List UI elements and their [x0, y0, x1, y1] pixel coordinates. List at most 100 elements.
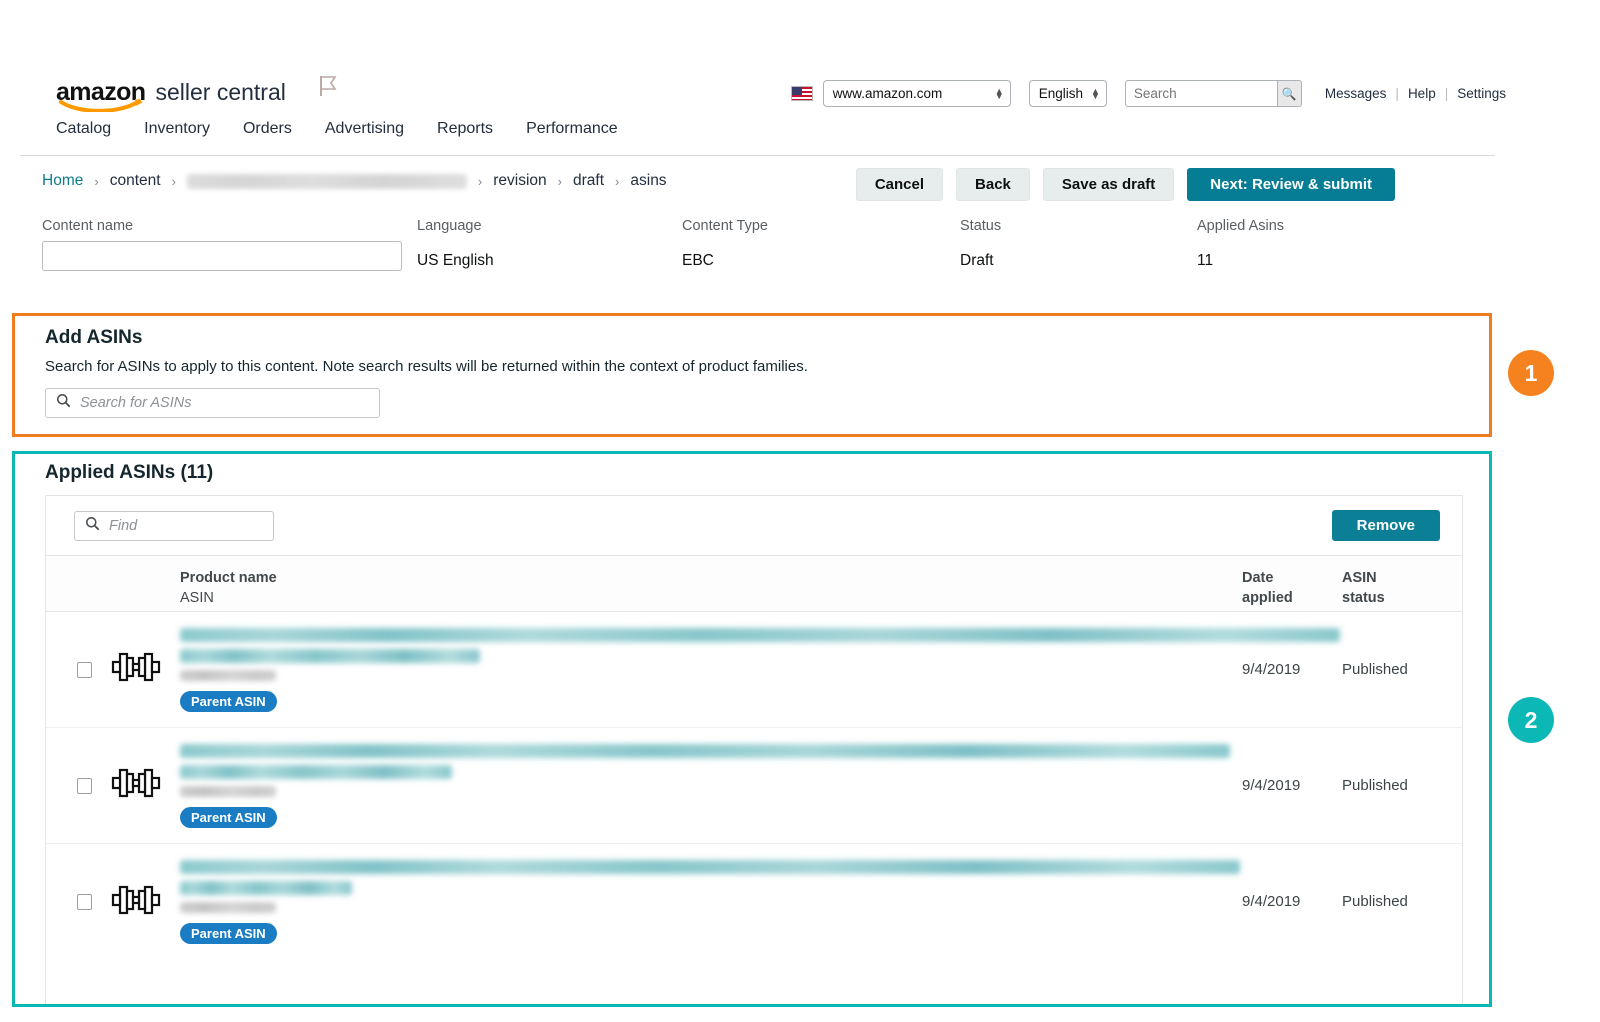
- applied-asins-table-card: Find Remove Product name ASIN Date appli…: [45, 495, 1463, 1004]
- meta-status: Status Draft: [960, 218, 1001, 270]
- product-name-redacted[interactable]: [180, 764, 452, 779]
- table-toolbar: Find Remove: [46, 496, 1462, 555]
- add-asins-description: Search for ASINs to apply to this conten…: [45, 358, 808, 375]
- remove-button[interactable]: Remove: [1331, 510, 1440, 541]
- row-product-cell: Parent ASIN: [180, 627, 1340, 712]
- product-name-redacted[interactable]: [180, 881, 352, 895]
- search-input[interactable]: [1124, 80, 1277, 107]
- seller-central-wordmark: seller central: [155, 79, 286, 105]
- asin-status-value: Published: [1342, 893, 1408, 910]
- search-icon: [56, 393, 71, 413]
- product-name-redacted[interactable]: [180, 860, 1240, 874]
- breadcrumb-item-revision[interactable]: revision: [493, 172, 546, 190]
- asin-redacted: [180, 669, 276, 681]
- top-header: amazon seller central www.amazon.com ▲ ▼ …: [0, 60, 1515, 155]
- header-links: Messages | Help | Settings: [1316, 86, 1515, 101]
- search-button[interactable]: 🔍: [1276, 80, 1302, 107]
- breadcrumb-separator: ›: [557, 173, 563, 189]
- product-name-redacted[interactable]: [180, 627, 1340, 642]
- table-find-field[interactable]: Find: [74, 511, 274, 541]
- nav-item-advertising[interactable]: Advertising: [325, 120, 404, 138]
- language-label: Language: [417, 218, 482, 234]
- breadcrumb-separator: ›: [477, 173, 483, 189]
- meta-content-name: Content name: [42, 218, 422, 271]
- th-status-line2: status: [1342, 590, 1385, 606]
- applied-asins-label: Applied Asins: [1197, 218, 1285, 234]
- row-icon-cell: [102, 760, 180, 811]
- applied-asins-value: 11: [1197, 252, 1214, 269]
- th-product-name-label: Product name: [180, 570, 277, 586]
- page-root: amazon seller central www.amazon.com ▲ ▼ …: [0, 0, 1600, 1022]
- amazon-wordmark: amazon: [56, 80, 146, 112]
- language-select[interactable]: English ▲ ▼: [1028, 80, 1107, 107]
- row-checkbox[interactable]: [77, 661, 92, 678]
- row-checkbox[interactable]: [77, 894, 92, 910]
- row-product-cell: Parent ASIN: [180, 860, 1242, 944]
- row-checkbox[interactable]: [77, 777, 92, 794]
- content-type-value: EBC: [682, 252, 714, 269]
- add-asins-section: Add ASINs Search for ASINs to apply to t…: [12, 313, 1492, 437]
- search-icon: [85, 516, 100, 536]
- next-review-submit-button[interactable]: Next: Review & submit: [1187, 168, 1395, 201]
- us-flag-icon: [790, 86, 813, 101]
- content-name-input[interactable]: [42, 241, 402, 271]
- flag-icon: [318, 74, 338, 109]
- row-select-cell: [46, 777, 102, 794]
- amazon-seller-central-logo[interactable]: amazon seller central: [56, 74, 338, 112]
- nav-item-performance[interactable]: Performance: [526, 120, 618, 138]
- add-asins-search-field[interactable]: Search for ASINs: [45, 388, 380, 418]
- product-name-redacted[interactable]: [180, 743, 1230, 758]
- breadcrumb-item-redacted[interactable]: [186, 173, 467, 189]
- breadcrumb-item-home[interactable]: Home: [42, 172, 83, 190]
- product-name-redacted[interactable]: [180, 648, 480, 663]
- meta-language: Language US English: [417, 218, 494, 270]
- th-date-line2: applied: [1242, 590, 1293, 606]
- table-body: Parent ASIN 9/4/2019 Published Parent AS…: [46, 612, 1462, 960]
- marketplace-value: www.amazon.com: [832, 86, 943, 101]
- nav-item-reports[interactable]: Reports: [437, 120, 493, 138]
- help-link[interactable]: Help: [1399, 86, 1445, 101]
- applied-asins-title: Applied ASINs (11): [45, 462, 214, 483]
- cancel-button[interactable]: Cancel: [855, 168, 944, 201]
- table-row[interactable]: Parent ASIN 9/4/2019 Published: [46, 728, 1462, 844]
- table-row[interactable]: Parent ASIN 9/4/2019 Published: [46, 612, 1462, 728]
- th-date-applied: Date applied: [1242, 568, 1342, 608]
- marketplace-select[interactable]: www.amazon.com ▲ ▼: [822, 80, 1011, 107]
- meta-content-type: Content Type EBC: [682, 218, 768, 270]
- add-asins-search-placeholder: Search for ASINs: [80, 395, 192, 411]
- search-icon: 🔍: [1281, 86, 1297, 101]
- parent-asin-badge: Parent ASIN: [180, 690, 277, 712]
- row-date-cell: 9/4/2019: [1242, 893, 1342, 911]
- settings-link[interactable]: Settings: [1448, 86, 1515, 101]
- row-product-cell: Parent ASIN: [180, 743, 1242, 828]
- save-as-draft-button[interactable]: Save as draft: [1042, 168, 1175, 201]
- annotation-badge-2: 2: [1508, 697, 1554, 743]
- breadcrumb-item-content[interactable]: content: [110, 172, 161, 190]
- asin-redacted: [180, 785, 276, 797]
- header-search: 🔍: [1124, 80, 1302, 107]
- header-utilities: www.amazon.com ▲▼ English ▲▼ 🔍 Messages …: [790, 80, 1515, 107]
- header-divider: [20, 155, 1495, 156]
- breadcrumb-item-asins[interactable]: asins: [630, 172, 666, 190]
- breadcrumb-item-draft[interactable]: draft: [573, 172, 604, 190]
- table-row[interactable]: Parent ASIN 9/4/2019 Published: [46, 844, 1462, 960]
- add-asins-title: Add ASINs: [45, 327, 143, 348]
- nav-item-orders[interactable]: Orders: [243, 120, 292, 138]
- th-asin-label: ASIN: [180, 590, 214, 606]
- messages-link[interactable]: Messages: [1316, 86, 1396, 101]
- nav-item-inventory[interactable]: Inventory: [144, 120, 210, 138]
- row-status-cell: Published: [1342, 893, 1462, 911]
- amazon-smile-icon: [59, 98, 149, 112]
- action-buttons: Cancel Back Save as draft Next: Review &…: [855, 168, 1395, 201]
- dumbbell-icon: [108, 644, 164, 695]
- row-icon-cell: [102, 644, 180, 695]
- parent-asin-badge: Parent ASIN: [180, 806, 277, 828]
- back-button[interactable]: Back: [956, 168, 1030, 201]
- row-date-cell: 9/4/2019: [1242, 661, 1342, 679]
- breadcrumb: Home › content › › revision › draft › as…: [42, 172, 667, 190]
- breadcrumb-action-bar: Home › content › › revision › draft › as…: [0, 168, 1500, 214]
- row-date-cell: 9/4/2019: [1242, 777, 1342, 795]
- nav-item-catalog[interactable]: Catalog: [56, 120, 111, 138]
- row-select-cell: [46, 894, 102, 910]
- content-type-label: Content Type: [682, 218, 768, 234]
